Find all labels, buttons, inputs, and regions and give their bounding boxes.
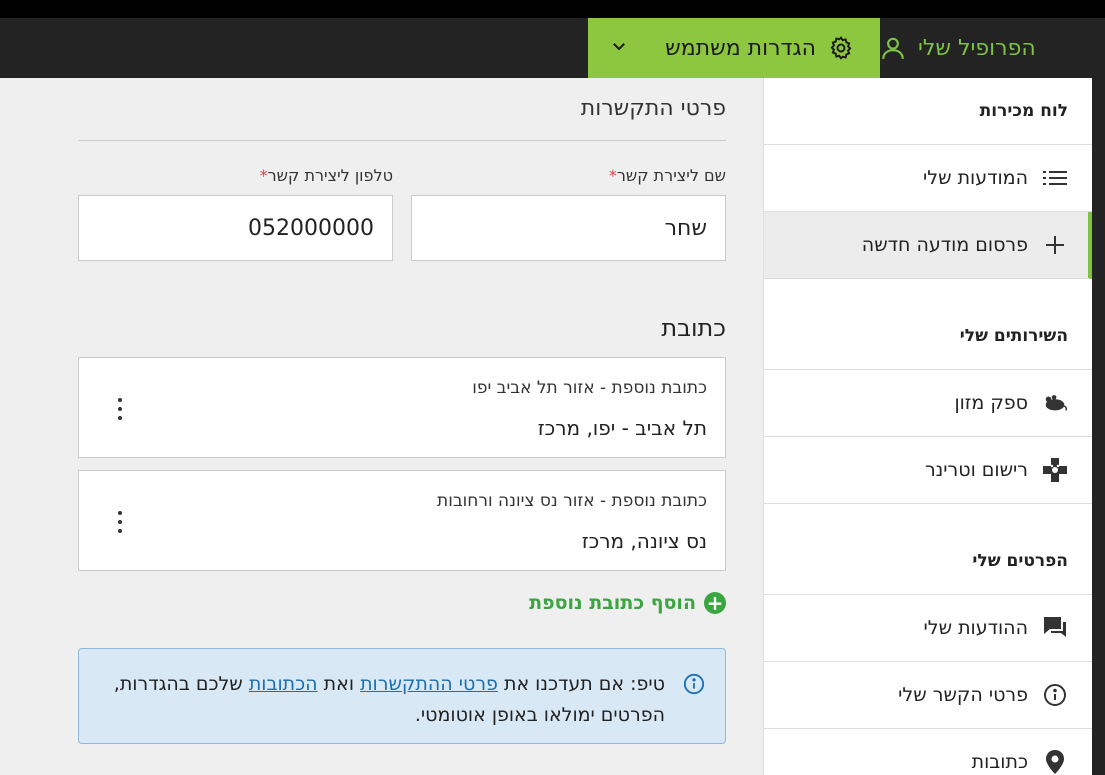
- address-card-detail: תל אביב - יפו, מרכז: [537, 416, 707, 440]
- sidebar-item-label: פרסום מודעה חדשה: [861, 234, 1028, 256]
- sidebar-item-my-messages[interactable]: ההודעות שלי: [764, 595, 1092, 662]
- sidebar-item-label: כתובות: [971, 751, 1028, 773]
- address-card[interactable]: כתובת נוספת - אזור תל אביב יפו תל אביב -…: [78, 357, 726, 458]
- tip-prefix: טיפ: אם תעדכנו את: [503, 673, 665, 695]
- window-top-strip: [0, 0, 1105, 18]
- contact-phone-label: טלפון ליצירת קשר*: [256, 166, 393, 185]
- sidebar-item-addresses[interactable]: כתובות: [764, 729, 1092, 775]
- required-mark: *: [608, 166, 617, 185]
- sidebar-item-label: המודעות שלי: [923, 167, 1028, 189]
- section-divider: [78, 140, 726, 141]
- add-circle-icon: +: [704, 592, 726, 614]
- contact-name-input[interactable]: שחר: [411, 195, 726, 261]
- address-card-heading: כתובת נוספת - אזור תל אביב יפו: [472, 378, 707, 398]
- required-mark: *: [259, 166, 268, 185]
- sidebar-item-label: ההודעות שלי: [923, 617, 1028, 639]
- sidebar-section-label: השירותים שלי: [959, 326, 1068, 346]
- sidebar: לוח מכירות המודעות שלי פרסום מודעה חדשה …: [763, 78, 1092, 775]
- sidebar-item-vet-registration[interactable]: רישום וטרינר: [764, 437, 1092, 504]
- user-settings-button[interactable]: הגדרות משתמש: [588, 18, 880, 78]
- tip-box: טיפ: אם תעדכנו את פרטי ההתקשרות ואת הכתו…: [78, 648, 726, 744]
- more-options-icon[interactable]: [113, 398, 127, 420]
- sidebar-item-my-contact-details[interactable]: פרטי הקשר שלי: [764, 662, 1092, 729]
- plus-icon: [1042, 232, 1068, 258]
- location-pin-icon: [1042, 749, 1068, 775]
- tip-middle: ואת: [323, 673, 355, 695]
- user-icon: [880, 35, 906, 61]
- my-profile-label: הפרופיל שלי: [918, 35, 1036, 61]
- chevron-down-icon: [610, 36, 628, 61]
- address-card[interactable]: כתובת נוספת - אזור נס ציונה ורחובות נס צ…: [78, 470, 726, 571]
- contact-name-label: שם ליצירת קשר*: [605, 166, 726, 185]
- my-profile-button[interactable]: הפרופיל שלי: [880, 18, 1092, 78]
- sidebar-item-my-ads[interactable]: המודעות שלי: [764, 145, 1092, 212]
- contact-name-label-text: שם ליצירת קשר: [616, 166, 726, 185]
- sidebar-item-label: פרטי הקשר שלי: [898, 684, 1028, 706]
- messages-icon: [1042, 615, 1068, 641]
- sidebar-item-label: ספק מזון: [954, 392, 1028, 414]
- sidebar-item-new-ad[interactable]: פרסום מודעה חדשה: [764, 212, 1092, 279]
- add-address-label: הוסף כתובת נוספת: [529, 592, 696, 614]
- contact-phone-input[interactable]: 052000000: [78, 195, 393, 261]
- pet-food-icon: [1042, 390, 1068, 416]
- address-title: כתובת: [661, 314, 726, 342]
- sidebar-item-food-supplier[interactable]: ספק מזון: [764, 370, 1092, 437]
- list-icon: [1042, 165, 1068, 191]
- user-settings-label: הגדרות משתמש: [665, 35, 816, 61]
- address-card-heading: כתובת נוספת - אזור נס ציונה ורחובות: [437, 491, 707, 511]
- vet-cross-icon: [1042, 457, 1068, 483]
- sidebar-dashboard-label: לוח מכירות: [979, 101, 1068, 121]
- info-icon: [1042, 682, 1068, 708]
- addresses-link[interactable]: הכתובות: [249, 673, 318, 695]
- sidebar-section-label: הפרטים שלי: [972, 551, 1068, 571]
- add-address-button[interactable]: + הוסף כתובת נוספת: [529, 592, 726, 614]
- sidebar-section-my-details: הפרטים שלי: [764, 528, 1092, 595]
- gear-icon: [828, 35, 854, 61]
- contact-details-link[interactable]: פרטי ההתקשרות: [360, 673, 498, 695]
- contact-phone-label-text: טלפון ליצירת קשר: [267, 166, 393, 185]
- address-card-detail: נס ציונה, מרכז: [581, 529, 707, 553]
- top-navigation-bar: הגדרות משתמש הפרופיל שלי: [0, 18, 1105, 78]
- right-edge-panel: [1092, 78, 1105, 775]
- info-icon: [681, 671, 707, 697]
- contact-details-title: פרטי התקשרות: [580, 96, 726, 121]
- sidebar-item-label: רישום וטרינר: [924, 459, 1028, 481]
- sidebar-section-my-services: השירותים שלי: [764, 303, 1092, 370]
- sidebar-item-sales-dashboard[interactable]: לוח מכירות: [764, 78, 1092, 145]
- more-options-icon[interactable]: [113, 511, 127, 533]
